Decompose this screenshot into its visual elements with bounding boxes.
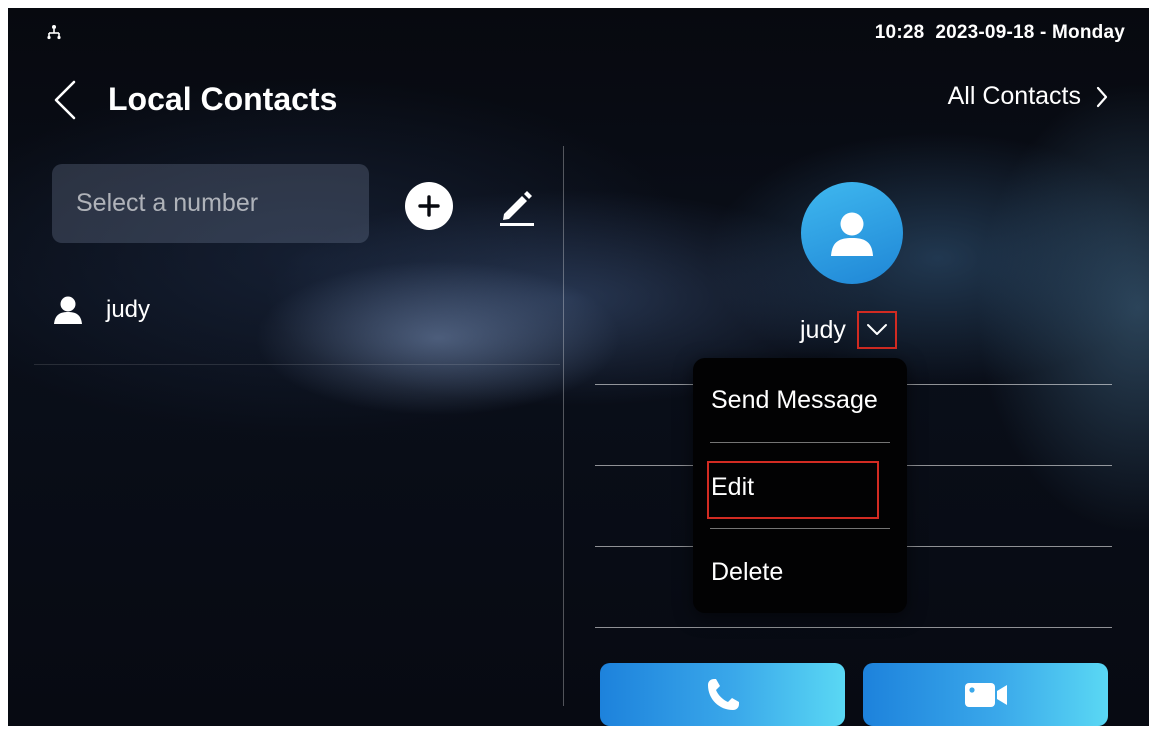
add-contact-button[interactable] <box>405 182 453 230</box>
detail-divider <box>595 627 1112 628</box>
menu-separator <box>710 528 890 529</box>
person-icon <box>54 296 82 324</box>
all-contacts-label: All Contacts <box>947 82 1081 110</box>
panel-divider <box>563 146 564 706</box>
contact-options-menu: Send Message Edit Delete <box>693 358 907 613</box>
contact-list-item[interactable]: judy <box>34 288 560 365</box>
detail-contact-name: judy <box>800 316 846 344</box>
menu-item-edit[interactable]: Edit <box>711 473 889 502</box>
device-screen: 10:28 2023-09-18 - Monday Local Contacts… <box>8 8 1149 726</box>
video-camera-icon <box>964 682 1007 707</box>
pencil-icon <box>500 191 534 226</box>
video-call-button[interactable] <box>863 663 1108 726</box>
menu-item-send-message[interactable]: Send Message <box>711 386 889 415</box>
plus-circle-icon <box>418 195 440 217</box>
chevron-down-icon <box>867 324 887 335</box>
contact-options-dropdown[interactable] <box>857 311 897 349</box>
edit-contacts-button[interactable] <box>494 183 538 227</box>
all-contacts-link[interactable]: All Contacts <box>948 82 1109 111</box>
network-icon <box>47 25 61 40</box>
menu-separator <box>710 442 890 443</box>
number-search-input[interactable] <box>52 164 369 243</box>
contact-avatar <box>801 182 903 284</box>
audio-call-button[interactable] <box>600 663 845 726</box>
chevron-right-icon <box>1096 86 1108 107</box>
status-datetime: 10:28 2023-09-18 - Monday <box>874 22 1125 43</box>
back-button[interactable] <box>48 78 82 122</box>
contact-name: judy <box>106 296 151 323</box>
phone-icon <box>707 678 739 710</box>
page-title: Local Contacts <box>108 81 338 117</box>
menu-item-delete[interactable]: Delete <box>711 558 889 587</box>
person-icon <box>831 212 873 256</box>
